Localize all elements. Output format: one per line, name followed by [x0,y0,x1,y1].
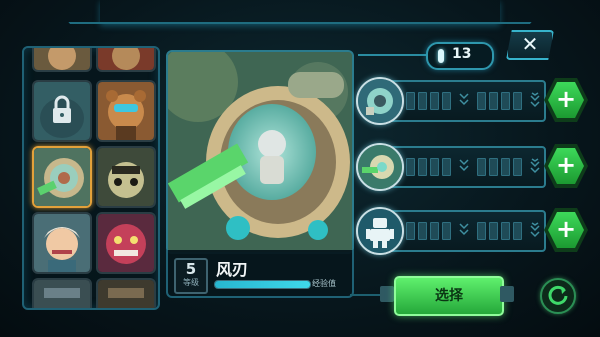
skill-row-1 [356,77,546,125]
skill-1-level-pips [406,92,543,111]
counter-value: 13 [452,46,472,62]
hero-thumb-fengren[interactable] [32,146,92,208]
skill-2-level-pips [406,158,543,177]
exp-label: 经验值 [312,279,336,288]
skill-row-3 [356,207,546,255]
hero-thumb-9[interactable] [96,278,156,308]
counter-connector [358,54,426,56]
refresh-icon [548,285,568,305]
robot-icon[interactable] [356,207,404,255]
skill-3-level-pips [406,222,543,241]
hero-portrait [166,50,354,254]
level-box: 5 等级 [174,258,208,294]
hero-list[interactable] [22,46,160,310]
hero-info-bar: 5 等级 风刃 经验值 [166,250,354,298]
select-connector [350,294,380,296]
hero-thumb-1[interactable] [96,48,156,72]
hero-thumb-locked[interactable] [32,80,92,142]
exp-bar [214,280,311,289]
hero-thumb-bear-robot[interactable] [96,80,156,142]
hero-thumb-red-monster[interactable] [96,212,156,274]
hero-thumb-dark-mech[interactable] [96,146,156,208]
skill-row-2 [356,143,546,191]
close-button[interactable]: ✕ [506,30,554,60]
select-wrap: 选择 [380,276,514,316]
level-label: 等级 [183,278,199,287]
select-cap-left [380,286,394,302]
mech-orb-icon[interactable] [356,77,404,125]
hero-name: 风刃 [216,260,249,279]
refresh-button[interactable] [540,278,576,314]
hero-counter: 13 [426,42,494,70]
select-button[interactable]: 选择 [394,276,504,316]
hero-thumb-0[interactable] [32,48,92,72]
exp-bar-fill [215,281,310,288]
drill-mech-icon[interactable] [356,143,404,191]
hero-thumb-girl[interactable] [32,212,92,274]
top-frame [100,0,500,24]
hero-thumb-8[interactable] [32,278,92,308]
select-cap-right [500,286,514,302]
level-number: 5 [185,260,197,278]
counter-pill-icon [438,49,444,63]
